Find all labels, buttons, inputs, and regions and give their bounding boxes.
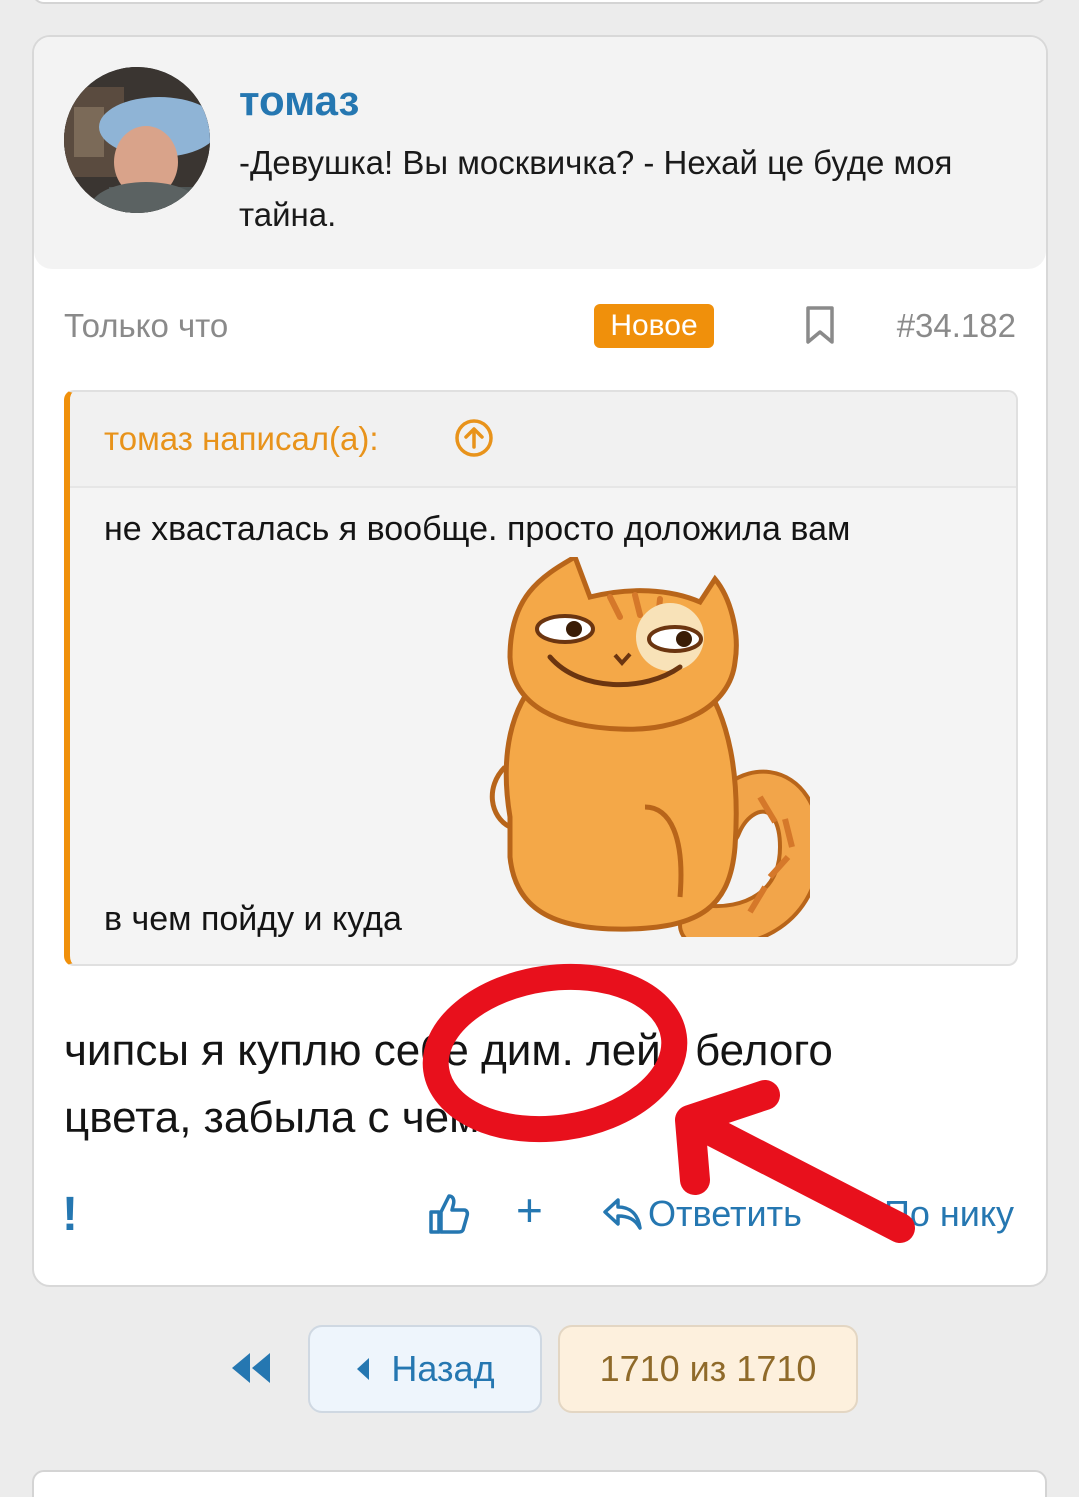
report-button[interactable]: !	[62, 1187, 78, 1242]
username[interactable]: томаз	[239, 77, 359, 125]
add-reaction-button[interactable]: +	[516, 1183, 543, 1237]
pagination: Назад 1710 из 1710	[0, 1325, 1079, 1415]
new-badge: Новое	[594, 304, 714, 348]
next-section-edge	[32, 1470, 1047, 1497]
thumbs-up-icon[interactable]	[427, 1192, 471, 1236]
reply-button[interactable]: Ответить	[602, 1193, 802, 1235]
reply-arrow-icon	[603, 1198, 642, 1230]
quote-text-line: не хвасталась я вообще. просто доложила …	[104, 510, 851, 548]
cat-sticker	[470, 553, 823, 949]
quote-author[interactable]: томаз написал(а):	[104, 420, 379, 458]
caret-left-icon	[357, 1358, 370, 1380]
arrow-up-circle-icon[interactable]	[454, 418, 494, 458]
previous-post-edge	[32, 0, 1047, 4]
quote-block: томаз написал(а): не хвасталась я вообще…	[64, 390, 1018, 966]
reply-by-nick-button[interactable]: По нику	[884, 1193, 1014, 1235]
avatar[interactable]	[64, 67, 210, 213]
page-indicator[interactable]: 1710 из 1710	[558, 1325, 858, 1413]
post-actions: ! + Ответить По нику	[34, 1184, 1046, 1247]
bookmark-icon[interactable]	[804, 305, 836, 345]
first-page-icon[interactable]	[228, 1351, 274, 1385]
user-info: томаз -Девушка! Вы москвичка? - Нехай це…	[34, 37, 1046, 269]
reply-label: Ответить	[648, 1193, 802, 1234]
user-title: -Девушка! Вы москвичка? - Нехай це буде …	[239, 144, 953, 233]
post-body: чипсы я куплю себе дим. лейс белого цвет…	[64, 1026, 833, 1142]
quote-text-line: в чем пойду и куда	[104, 900, 402, 938]
back-label: Назад	[391, 1348, 495, 1389]
post-number[interactable]: #34.182	[897, 307, 1016, 345]
back-button[interactable]: Назад	[308, 1325, 542, 1413]
post-time[interactable]: Только что	[64, 307, 228, 345]
forum-post: томаз -Девушка! Вы москвичка? - Нехай це…	[32, 35, 1048, 1287]
quote-header: томаз написал(а):	[70, 392, 1016, 488]
